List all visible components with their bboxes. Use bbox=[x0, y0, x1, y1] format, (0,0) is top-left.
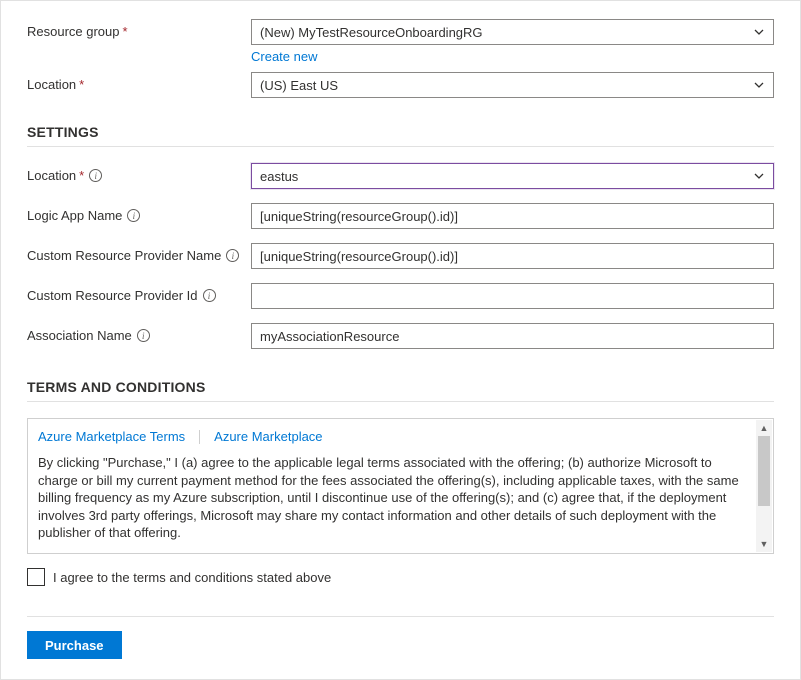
chevron-down-icon bbox=[753, 170, 765, 182]
row-location-basics: Location * (US) East US bbox=[27, 72, 774, 98]
row-logic-app-name: Logic App Name i bbox=[27, 203, 774, 229]
required-mark: * bbox=[79, 77, 84, 92]
field-location-settings: eastus bbox=[251, 163, 774, 189]
tab-divider bbox=[199, 430, 200, 444]
association-name-input[interactable] bbox=[251, 323, 774, 349]
section-rule bbox=[27, 401, 774, 402]
info-icon[interactable]: i bbox=[226, 249, 239, 262]
label-text: Resource group bbox=[27, 24, 120, 39]
label-resource-group: Resource group * bbox=[27, 19, 251, 39]
tab-marketplace-terms[interactable]: Azure Marketplace Terms bbox=[38, 429, 185, 444]
label-text: Association Name bbox=[27, 328, 132, 343]
required-mark: * bbox=[123, 24, 128, 39]
info-icon[interactable]: i bbox=[89, 169, 102, 182]
label-text: Logic App Name bbox=[27, 208, 122, 223]
agree-checkbox[interactable] bbox=[27, 568, 45, 586]
label-location-basics: Location * bbox=[27, 72, 251, 92]
terms-tabs: Azure Marketplace Terms Azure Marketplac… bbox=[38, 429, 763, 444]
label-logic-app-name: Logic App Name i bbox=[27, 203, 251, 223]
agree-label: I agree to the terms and conditions stat… bbox=[53, 570, 331, 585]
label-text: Location bbox=[27, 168, 76, 183]
label-text: Custom Resource Provider Name bbox=[27, 248, 221, 263]
scroll-down-icon[interactable]: ▼ bbox=[756, 536, 772, 552]
row-crp-name: Custom Resource Provider Name i bbox=[27, 243, 774, 269]
scroll-track[interactable] bbox=[756, 436, 772, 536]
footer-rule bbox=[27, 616, 774, 617]
agree-row: I agree to the terms and conditions stat… bbox=[27, 568, 774, 586]
info-icon[interactable]: i bbox=[203, 289, 216, 302]
label-crp-id: Custom Resource Provider Id i bbox=[27, 283, 251, 303]
row-crp-id: Custom Resource Provider Id i bbox=[27, 283, 774, 309]
chevron-down-icon bbox=[753, 79, 765, 91]
resource-group-select[interactable]: (New) MyTestResourceOnboardingRG bbox=[251, 19, 774, 45]
info-icon[interactable]: i bbox=[127, 209, 140, 222]
label-text: Custom Resource Provider Id bbox=[27, 288, 198, 303]
tab-marketplace[interactable]: Azure Marketplace bbox=[214, 429, 322, 444]
create-new-link[interactable]: Create new bbox=[251, 49, 317, 64]
row-association-name: Association Name i bbox=[27, 323, 774, 349]
terms-body: By clicking "Purchase," I (a) agree to t… bbox=[38, 454, 763, 542]
field-logic-app-name bbox=[251, 203, 774, 229]
info-icon[interactable]: i bbox=[137, 329, 150, 342]
crp-name-input[interactable] bbox=[251, 243, 774, 269]
logic-app-name-input[interactable] bbox=[251, 203, 774, 229]
field-location-basics: (US) East US bbox=[251, 72, 774, 98]
form-panel: Resource group * (New) MyTestResourceOnb… bbox=[0, 0, 801, 680]
section-heading-settings: SETTINGS bbox=[27, 124, 774, 140]
location-settings-value: eastus bbox=[260, 169, 298, 184]
field-resource-group: (New) MyTestResourceOnboardingRG Create … bbox=[251, 19, 774, 64]
location-basics-select[interactable]: (US) East US bbox=[251, 72, 774, 98]
chevron-down-icon bbox=[753, 26, 765, 38]
field-crp-name bbox=[251, 243, 774, 269]
label-location-settings: Location * i bbox=[27, 163, 251, 183]
purchase-button[interactable]: Purchase bbox=[27, 631, 122, 659]
location-basics-value: (US) East US bbox=[260, 78, 338, 93]
terms-box: Azure Marketplace Terms Azure Marketplac… bbox=[27, 418, 774, 554]
label-text: Location bbox=[27, 77, 76, 92]
section-heading-terms: TERMS AND CONDITIONS bbox=[27, 379, 774, 395]
required-mark: * bbox=[79, 168, 84, 183]
row-resource-group: Resource group * (New) MyTestResourceOnb… bbox=[27, 19, 774, 64]
field-crp-id bbox=[251, 283, 774, 309]
location-settings-select[interactable]: eastus bbox=[251, 163, 774, 189]
resource-group-value: (New) MyTestResourceOnboardingRG bbox=[260, 25, 483, 40]
section-rule bbox=[27, 146, 774, 147]
crp-id-input[interactable] bbox=[251, 283, 774, 309]
scrollbar[interactable]: ▲ ▼ bbox=[756, 420, 772, 552]
label-crp-name: Custom Resource Provider Name i bbox=[27, 243, 251, 263]
label-association-name: Association Name i bbox=[27, 323, 251, 343]
row-location-settings: Location * i eastus bbox=[27, 163, 774, 189]
field-association-name bbox=[251, 323, 774, 349]
scroll-thumb[interactable] bbox=[758, 436, 770, 506]
scroll-up-icon[interactable]: ▲ bbox=[756, 420, 772, 436]
